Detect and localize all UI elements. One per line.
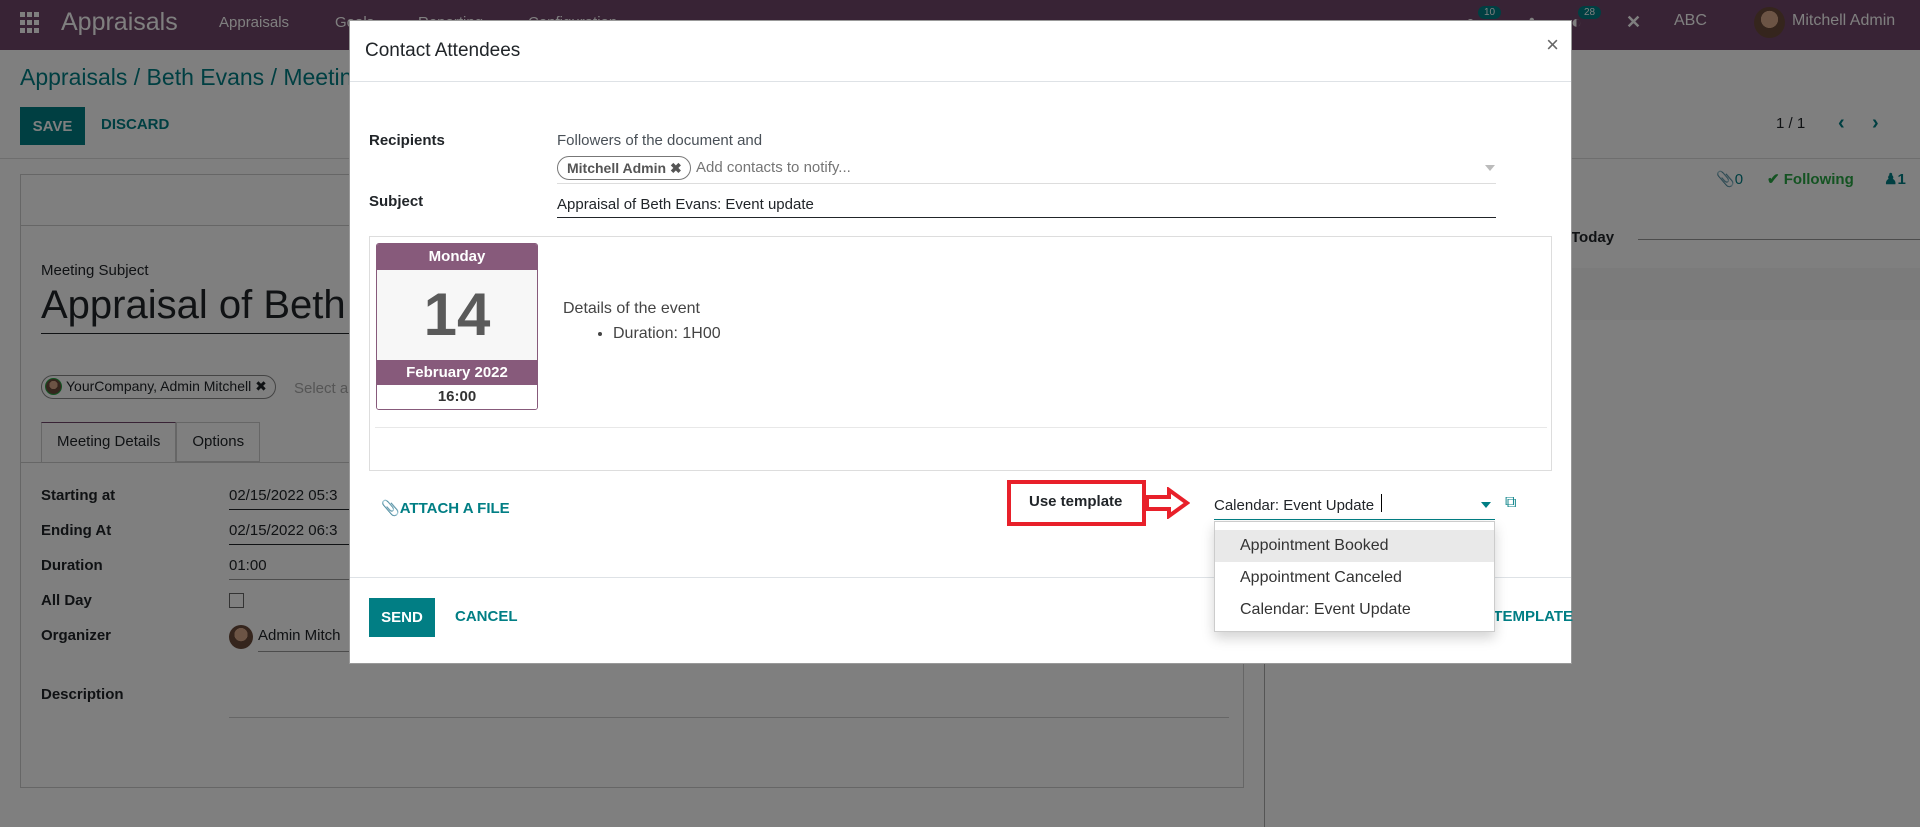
contact-attendees-dialog: Contact Attendees × Recipients Followers…	[349, 20, 1573, 664]
use-template-label: Use template	[1007, 480, 1146, 526]
recipients-dropdown-icon[interactable]	[1485, 165, 1495, 171]
subject-input[interactable]	[557, 192, 1496, 218]
template-option[interactable]: Appointment Canceled	[1215, 562, 1494, 594]
send-button[interactable]: SEND	[369, 598, 435, 637]
message-body-editor[interactable]: Monday 14 February 2022 16:00 Details of…	[369, 236, 1552, 471]
close-icon[interactable]: ×	[1546, 34, 1559, 56]
recipient-tag[interactable]: Mitchell Admin ✖	[557, 156, 691, 180]
template-dropdown-icon[interactable]	[1481, 502, 1491, 508]
text-cursor	[1381, 494, 1382, 512]
recipients-label: Recipients	[369, 132, 445, 149]
template-option[interactable]: Calendar: Event Update	[1215, 594, 1494, 626]
recipients-input[interactable]	[696, 159, 1526, 176]
recipients-underline	[557, 183, 1496, 184]
subject-label: Subject	[369, 193, 424, 210]
event-details-title: Details of the event	[563, 300, 700, 317]
cancel-button[interactable]: CANCEL	[455, 608, 518, 625]
event-details-list: Duration: 1H00	[613, 325, 721, 343]
recipient-name: Mitchell Admin	[567, 160, 667, 176]
event-month-year: February 2022	[377, 360, 537, 385]
event-date-card: Monday 14 February 2022 16:00	[376, 243, 538, 410]
external-link-icon[interactable]: ⧉	[1505, 494, 1516, 512]
template-dropdown-menu: Appointment Booked Appointment Canceled …	[1214, 521, 1495, 632]
event-weekday: Monday	[377, 244, 537, 270]
event-day: 14	[377, 270, 537, 360]
attach-file-button[interactable]: 📎ATTACH A FILE	[381, 499, 510, 517]
body-divider	[375, 427, 1547, 428]
template-option[interactable]: Appointment Booked	[1215, 530, 1494, 562]
dialog-title: Contact Attendees	[365, 40, 521, 61]
remove-recipient-icon[interactable]: ✖	[670, 160, 682, 176]
template-input[interactable]	[1214, 492, 1495, 520]
header-divider	[350, 81, 1571, 82]
paperclip-icon: 📎	[381, 500, 400, 517]
event-detail-item: Duration: 1H00	[613, 325, 721, 343]
annotation-arrow-icon	[1145, 487, 1190, 519]
recipients-followers-text: Followers of the document and	[557, 132, 763, 149]
event-time: 16:00	[377, 385, 537, 409]
